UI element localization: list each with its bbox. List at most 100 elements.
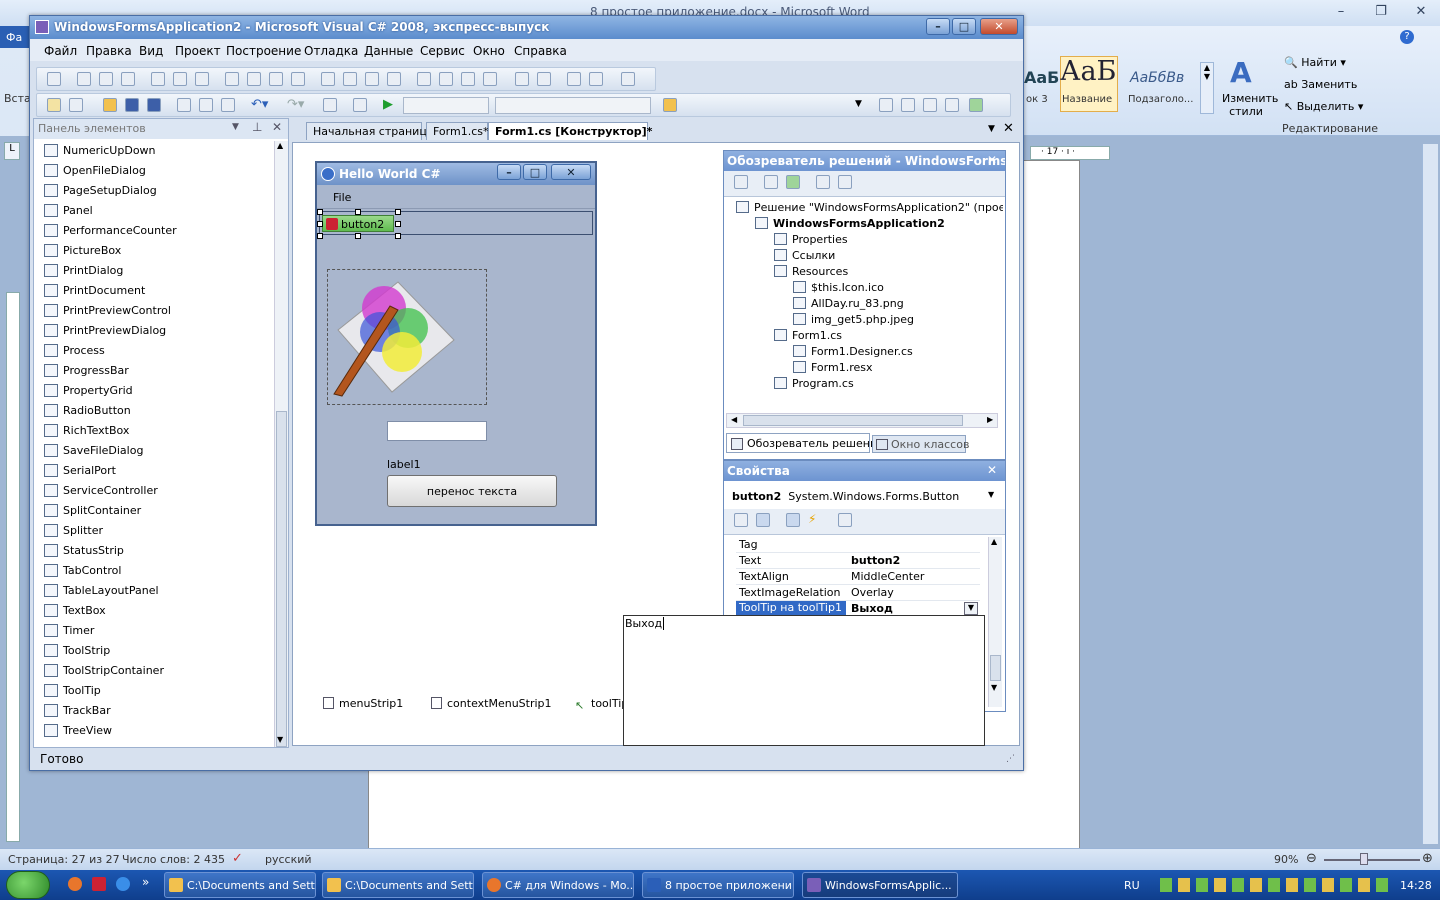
- start-page-icon[interactable]: [969, 98, 983, 112]
- sol-refresh-icon[interactable]: [786, 175, 800, 189]
- toolbox-item[interactable]: OpenFileDialog: [34, 161, 274, 181]
- button2[interactable]: button2: [322, 215, 394, 232]
- sol-properties-icon[interactable]: [734, 175, 748, 189]
- align-middles-icon[interactable]: [173, 72, 187, 86]
- selection-handle[interactable]: [317, 221, 323, 227]
- object-browser-icon[interactable]: [923, 98, 937, 112]
- props-scroll-up-icon[interactable]: ▲: [991, 537, 997, 546]
- scroll-down-icon[interactable]: ▼: [277, 735, 283, 744]
- solution-hscroll-thumb[interactable]: [743, 415, 963, 426]
- toolbox-item[interactable]: PageSetupDialog: [34, 181, 274, 201]
- minimize-icon[interactable]: –: [1326, 2, 1356, 22]
- toolbox-item[interactable]: RichTextBox: [34, 421, 274, 441]
- toolbox-item[interactable]: RadioButton: [34, 401, 274, 421]
- selection-handle[interactable]: [355, 233, 361, 239]
- sol-view-designer-icon[interactable]: [838, 175, 852, 189]
- selection-handle[interactable]: [317, 209, 323, 215]
- toolbox-scroll-thumb[interactable]: [276, 411, 287, 747]
- toolbox-dropdown-icon[interactable]: ▼: [232, 122, 239, 132]
- tab-class-view[interactable]: Окно классов: [872, 435, 969, 453]
- menustrip-component[interactable]: menuStrip1: [323, 697, 403, 710]
- vs-minimize-icon[interactable]: –: [926, 18, 950, 35]
- menu-file[interactable]: Файл: [44, 44, 77, 58]
- h-spacing-icon[interactable]: [321, 72, 335, 86]
- menu-debug[interactable]: Отладка: [304, 44, 358, 58]
- property-dropdown-icon[interactable]: ▼: [964, 602, 978, 615]
- size-to-grid-icon[interactable]: [291, 72, 305, 86]
- sol-view-code-icon[interactable]: [816, 175, 830, 189]
- taskbar-item-folder-1[interactable]: C:\Documents and Sett...: [164, 872, 316, 898]
- tab-selector-icon[interactable]: L: [4, 142, 20, 160]
- save-all-icon[interactable]: [147, 98, 161, 112]
- toolbox-item[interactable]: PrintDocument: [34, 281, 274, 301]
- props-scroll-thumb[interactable]: [990, 655, 1001, 681]
- style-label-3[interactable]: Подзаголо...: [1128, 94, 1193, 105]
- find-in-files-icon[interactable]: [663, 98, 677, 112]
- menu-window[interactable]: Окно: [473, 44, 505, 58]
- tab-start-page[interactable]: Начальная страница: [306, 122, 434, 140]
- menu-help[interactable]: Справка: [514, 44, 567, 58]
- property-value[interactable]: button2: [851, 554, 900, 567]
- selection-handle[interactable]: [395, 209, 401, 215]
- shield-icon[interactable]: [92, 877, 106, 891]
- restore-icon[interactable]: ❐: [1366, 2, 1396, 22]
- toolbox-item[interactable]: ToolStrip: [34, 641, 274, 661]
- tooltip-text-editor[interactable]: Выход: [623, 615, 985, 746]
- send-back-icon[interactable]: [589, 72, 603, 86]
- menu-edit[interactable]: Правка: [86, 44, 132, 58]
- toolbox-item[interactable]: PropertyGrid: [34, 381, 274, 401]
- word-vertical-scrollbar[interactable]: [1422, 144, 1438, 844]
- undo-icon[interactable]: ↶▾: [251, 97, 268, 112]
- word-file-tab[interactable]: Фа: [0, 26, 32, 48]
- center-h-icon[interactable]: [515, 72, 529, 86]
- toolbox-item[interactable]: Panel: [34, 201, 274, 221]
- properties-close-icon[interactable]: ✕: [987, 463, 997, 477]
- tab-form1-designer[interactable]: Form1.cs [Конструктор]*: [488, 122, 652, 140]
- taskbar-item-word[interactable]: 8 простое приложени...: [642, 872, 794, 898]
- align-lefts-icon[interactable]: [77, 72, 91, 86]
- tooltip-component[interactable]: ↖ toolTip: [575, 697, 628, 712]
- toolbox-pin-icon[interactable]: ⊥: [252, 120, 262, 134]
- selection-handle[interactable]: [395, 233, 401, 239]
- toolbox-item[interactable]: SaveFileDialog: [34, 441, 274, 461]
- align-tops-icon[interactable]: [151, 72, 165, 86]
- zoom-out-icon[interactable]: ⊖: [1306, 851, 1317, 866]
- menu-view[interactable]: Вид: [139, 44, 163, 58]
- toolbox-item[interactable]: SerialPort: [34, 461, 274, 481]
- center-v-icon[interactable]: [537, 72, 551, 86]
- picture-box[interactable]: [327, 269, 487, 405]
- solution-tree-node[interactable]: Resources: [774, 265, 848, 278]
- property-row[interactable]: TextAlign MiddleCenter: [736, 569, 980, 585]
- menu-data[interactable]: Данные: [364, 44, 413, 58]
- tab-solution-explorer[interactable]: Обозреватель решений: [726, 433, 884, 453]
- property-row[interactable]: Text button2: [736, 553, 980, 569]
- toolbox-item[interactable]: PrintPreviewDialog: [34, 321, 274, 341]
- properties-view-icon[interactable]: [786, 513, 800, 527]
- navigate-back-icon[interactable]: [323, 98, 337, 112]
- toolbox-icon[interactable]: [945, 98, 959, 112]
- solution-hscrollbar[interactable]: ◀ ▶: [726, 413, 998, 428]
- align-centers-icon[interactable]: [99, 72, 113, 86]
- selection-handle[interactable]: [355, 209, 361, 215]
- find-button[interactable]: 🔍 Найти ▾: [1284, 56, 1346, 69]
- toolbox-item[interactable]: ToolStripContainer: [34, 661, 274, 681]
- scroll-up-icon[interactable]: ▲: [277, 141, 283, 150]
- v-spacing-remove-icon[interactable]: [483, 72, 497, 86]
- language[interactable]: русский: [265, 853, 312, 866]
- alphabetical-icon[interactable]: [756, 513, 770, 527]
- scroll-left-icon[interactable]: ◀: [731, 415, 737, 424]
- toolbox-item[interactable]: ToolTip: [34, 681, 274, 701]
- property-value[interactable]: MiddleCenter: [851, 570, 924, 583]
- vs-app-icon[interactable]: [35, 20, 49, 34]
- replace-button[interactable]: ab Заменить: [1284, 78, 1357, 91]
- toolbox-item[interactable]: TabControl: [34, 561, 274, 581]
- menu-project[interactable]: Проект: [175, 44, 221, 58]
- events-icon[interactable]: ⚡: [808, 512, 816, 526]
- solution-tree-node[interactable]: img_get5.php.jpeg: [793, 313, 914, 326]
- taskbar-item-folder-2[interactable]: C:\Documents and Sett...: [322, 872, 474, 898]
- h-spacing-dec-icon[interactable]: [365, 72, 379, 86]
- ie-icon[interactable]: [116, 877, 130, 891]
- toolbox-item[interactable]: PerformanceCounter: [34, 221, 274, 241]
- solution-tree-node[interactable]: Form1.cs: [774, 329, 842, 342]
- wrap-text-button[interactable]: перенос текста: [387, 475, 557, 507]
